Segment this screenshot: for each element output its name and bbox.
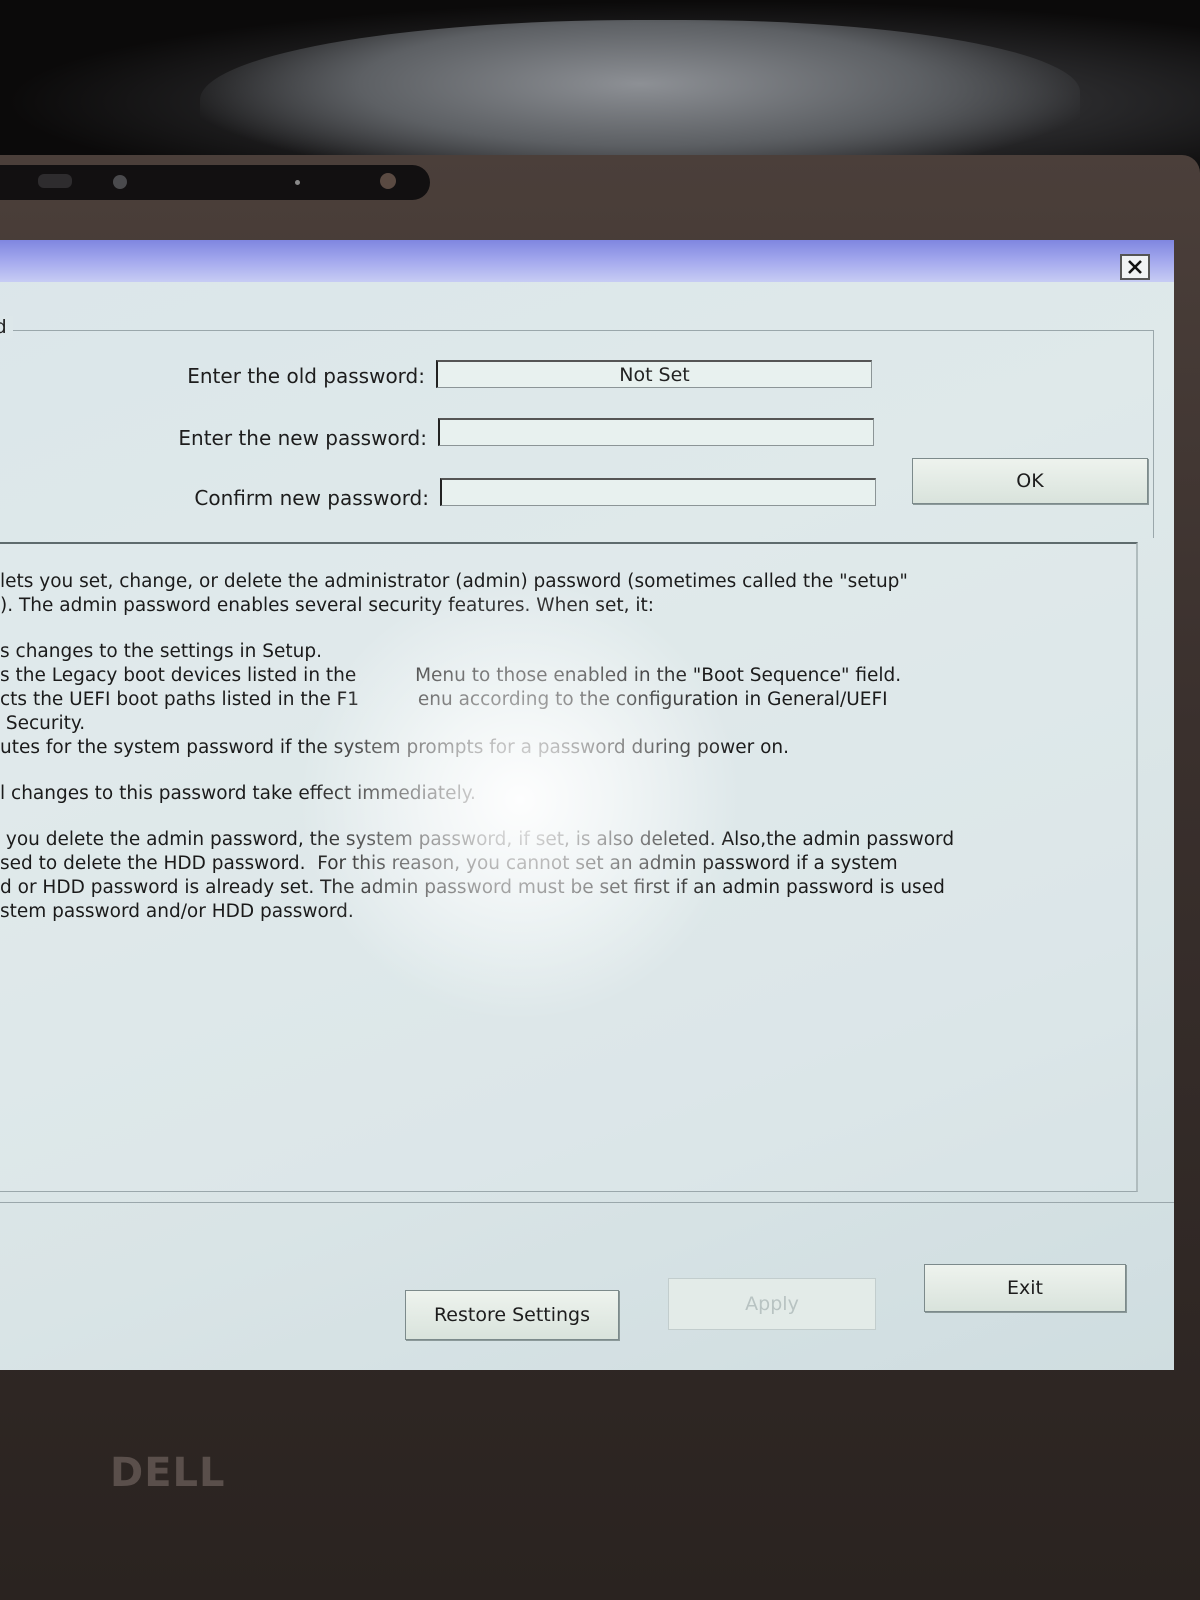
- close-button[interactable]: [1120, 254, 1150, 280]
- close-icon: [1128, 260, 1142, 274]
- exit-button[interactable]: Exit: [924, 1264, 1126, 1312]
- background-room: [0, 0, 1200, 180]
- help-line: utes for the system password if the syst…: [0, 737, 790, 758]
- help-line: s changes to the settings in Setup.: [0, 641, 322, 662]
- apply-button[interactable]: Apply: [668, 1278, 876, 1330]
- bios-screen: word Enter the old password: Enter the n…: [0, 240, 1174, 1370]
- help-line: [0, 618, 1110, 640]
- help-line: you delete the admin password, the syste…: [0, 829, 955, 850]
- help-line: ). The admin password enables several se…: [0, 595, 654, 616]
- old-password-label: Enter the old password:: [187, 364, 425, 388]
- dell-logo: DELL: [110, 1450, 226, 1496]
- restore-settings-button[interactable]: Restore Settings: [405, 1290, 619, 1340]
- confirm-password-field[interactable]: [440, 478, 876, 506]
- new-password-label: Enter the new password:: [178, 426, 427, 450]
- new-password-field[interactable]: [438, 418, 874, 446]
- help-line: cts the UEFI boot paths listed in the F1…: [0, 689, 888, 710]
- camera-lens-icon: [113, 175, 127, 189]
- help-text: lets you set, change, or delete the admi…: [0, 570, 1110, 924]
- webcam-strip: [0, 165, 430, 200]
- fieldset-title: word: [0, 316, 13, 338]
- help-line: s the Legacy boot devices listed in the …: [0, 665, 902, 686]
- footer-divider: [0, 1202, 1174, 1203]
- help-line: stem password and/or HDD password.: [0, 901, 354, 922]
- help-line: lets you set, change, or delete the admi…: [0, 571, 908, 592]
- ir-sensor-icon: [380, 173, 396, 189]
- help-line: Security.: [0, 713, 86, 734]
- help-line: d or HDD password is already set. The ad…: [0, 877, 945, 898]
- help-line: [0, 806, 1110, 828]
- dialog-titlebar: [0, 240, 1174, 282]
- confirm-password-label: Confirm new password:: [194, 486, 429, 510]
- camera-sensor-icon: [38, 174, 72, 188]
- help-line: l changes to this password take effect i…: [0, 783, 476, 804]
- camera-led-icon: [295, 180, 300, 185]
- ok-button[interactable]: OK: [912, 458, 1148, 504]
- help-line: [0, 760, 1110, 782]
- help-line: sed to delete the HDD password. For this…: [0, 853, 898, 874]
- old-password-field: [436, 360, 872, 388]
